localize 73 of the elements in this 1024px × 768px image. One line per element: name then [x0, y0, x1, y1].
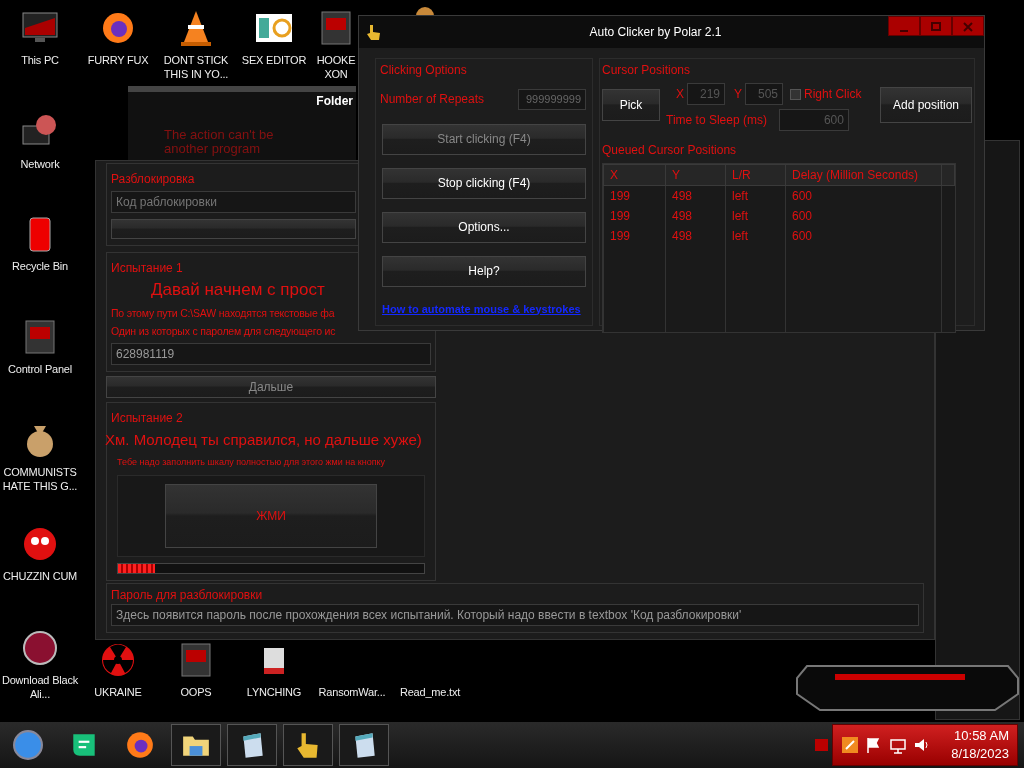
table-cell: left [725, 226, 786, 246]
group-title: Испытание 2 [111, 410, 184, 427]
close-icon [962, 21, 974, 32]
checkbox-label: Right Click [804, 86, 862, 103]
group-title: Разблокировка [111, 171, 196, 188]
taskbar-button[interactable] [339, 724, 389, 766]
window-title: Auto Clicker by Polar 2.1 [588, 24, 723, 41]
icon-label[interactable]: Network [20, 158, 60, 172]
add-position-button[interactable]: Add position [880, 87, 972, 123]
icon-label[interactable]: Download Black Ali... [0, 674, 80, 702]
table-cell: 600 [785, 206, 942, 226]
group-title: Queued Cursor Positions [602, 142, 738, 159]
pick-button[interactable]: Pick [602, 89, 660, 121]
field-label: Time to Sleep (ms) [666, 112, 767, 129]
code-field[interactable]: Код раблокировки [111, 191, 356, 213]
table-cell: 498 [665, 185, 726, 206]
action-button[interactable]: Help? [382, 255, 586, 287]
trial-text: По этому пути C:\SAW находятся текстовые фа [111, 305, 335, 321]
field-label: X [676, 86, 684, 103]
right-click-checkbox[interactable] [790, 88, 802, 100]
dialog-title: Folder [316, 93, 353, 110]
group-title: Cursor Positions [602, 62, 692, 79]
table-cell: 600 [785, 226, 942, 246]
table-cell: 199 [603, 206, 666, 226]
icon-label[interactable]: DONT STICK THIS IN YO... [156, 54, 236, 82]
action-button[interactable]: Options... [382, 211, 586, 243]
trial-text: Тебе надо заполнить шкалу полностью для этого жми на кнопку [117, 455, 387, 469]
group-title: Испытание 1 [111, 260, 184, 277]
icon-label[interactable]: Control Panel [7, 363, 73, 377]
taskbar-button[interactable] [283, 724, 333, 766]
table-cell: 498 [665, 226, 726, 246]
icon-label[interactable]: UKRAINE [94, 686, 142, 700]
field-label: Y [734, 86, 743, 103]
table-cell: 600 [785, 185, 942, 206]
hand-icon [365, 23, 383, 41]
table-cell: 199 [603, 185, 666, 206]
trial-heading: Давай начнем с прост [151, 279, 326, 301]
icon-label[interactable]: SEX EDITOR [241, 54, 307, 68]
dialog-message: The action can't be [164, 128, 275, 143]
clock-date[interactable]: 8/18/2023 [951, 745, 1009, 764]
maximize-icon [930, 21, 942, 32]
network-icon[interactable] [889, 736, 908, 754]
icon-label[interactable]: This PC [21, 54, 59, 68]
icon-label[interactable]: RansomWar... [318, 686, 386, 700]
icon-label[interactable]: Read_me.txt [399, 686, 461, 700]
icon-label[interactable]: LYNCHING [246, 686, 302, 700]
answer-field[interactable]: 628981119 [111, 343, 431, 365]
icon-label[interactable]: OOPS [180, 686, 212, 700]
minimize-icon [900, 29, 908, 32]
disc-icon[interactable] [20, 628, 60, 668]
icon-label[interactable]: HOOKE XON [314, 54, 358, 82]
clock-time[interactable]: 10:58 AM [951, 726, 1009, 745]
tray-expand-button[interactable] [815, 739, 829, 751]
table-cell: 498 [665, 206, 726, 226]
app-tray-icon[interactable] [841, 736, 860, 754]
icon-label[interactable]: COMMUNISTS HATE THIS G... [0, 466, 80, 494]
trial-heading: Хм. Молодец ты справился, но дальше хуже) [105, 430, 423, 450]
field-label: Number of Repeats [380, 91, 485, 109]
table-cell: 199 [603, 226, 666, 246]
taskbar-button[interactable] [227, 724, 277, 766]
action-button[interactable]: Stop clicking (F4) [382, 167, 586, 199]
group-title: Clicking Options [380, 62, 468, 79]
password-field[interactable]: Здесь появится пароль после прохождения всех испытаний. Который надо ввести в textbox 'Код разблокировки' [111, 604, 919, 626]
start-orb-icon [13, 730, 43, 760]
dialog-message: another program [164, 142, 262, 157]
table-cell: left [725, 206, 786, 226]
icon-label[interactable]: CHUZZIN CUM [2, 570, 78, 584]
icon-label[interactable]: Recycle Bin [12, 260, 68, 274]
group-title: Пароль для разблокировки [111, 587, 264, 604]
trial-text: Один из которых с паролем для следующего ис [111, 324, 336, 340]
taskbar-button[interactable] [171, 724, 221, 766]
table-cell: left [725, 185, 786, 206]
icon-label[interactable]: FURRY FUX [87, 54, 149, 68]
